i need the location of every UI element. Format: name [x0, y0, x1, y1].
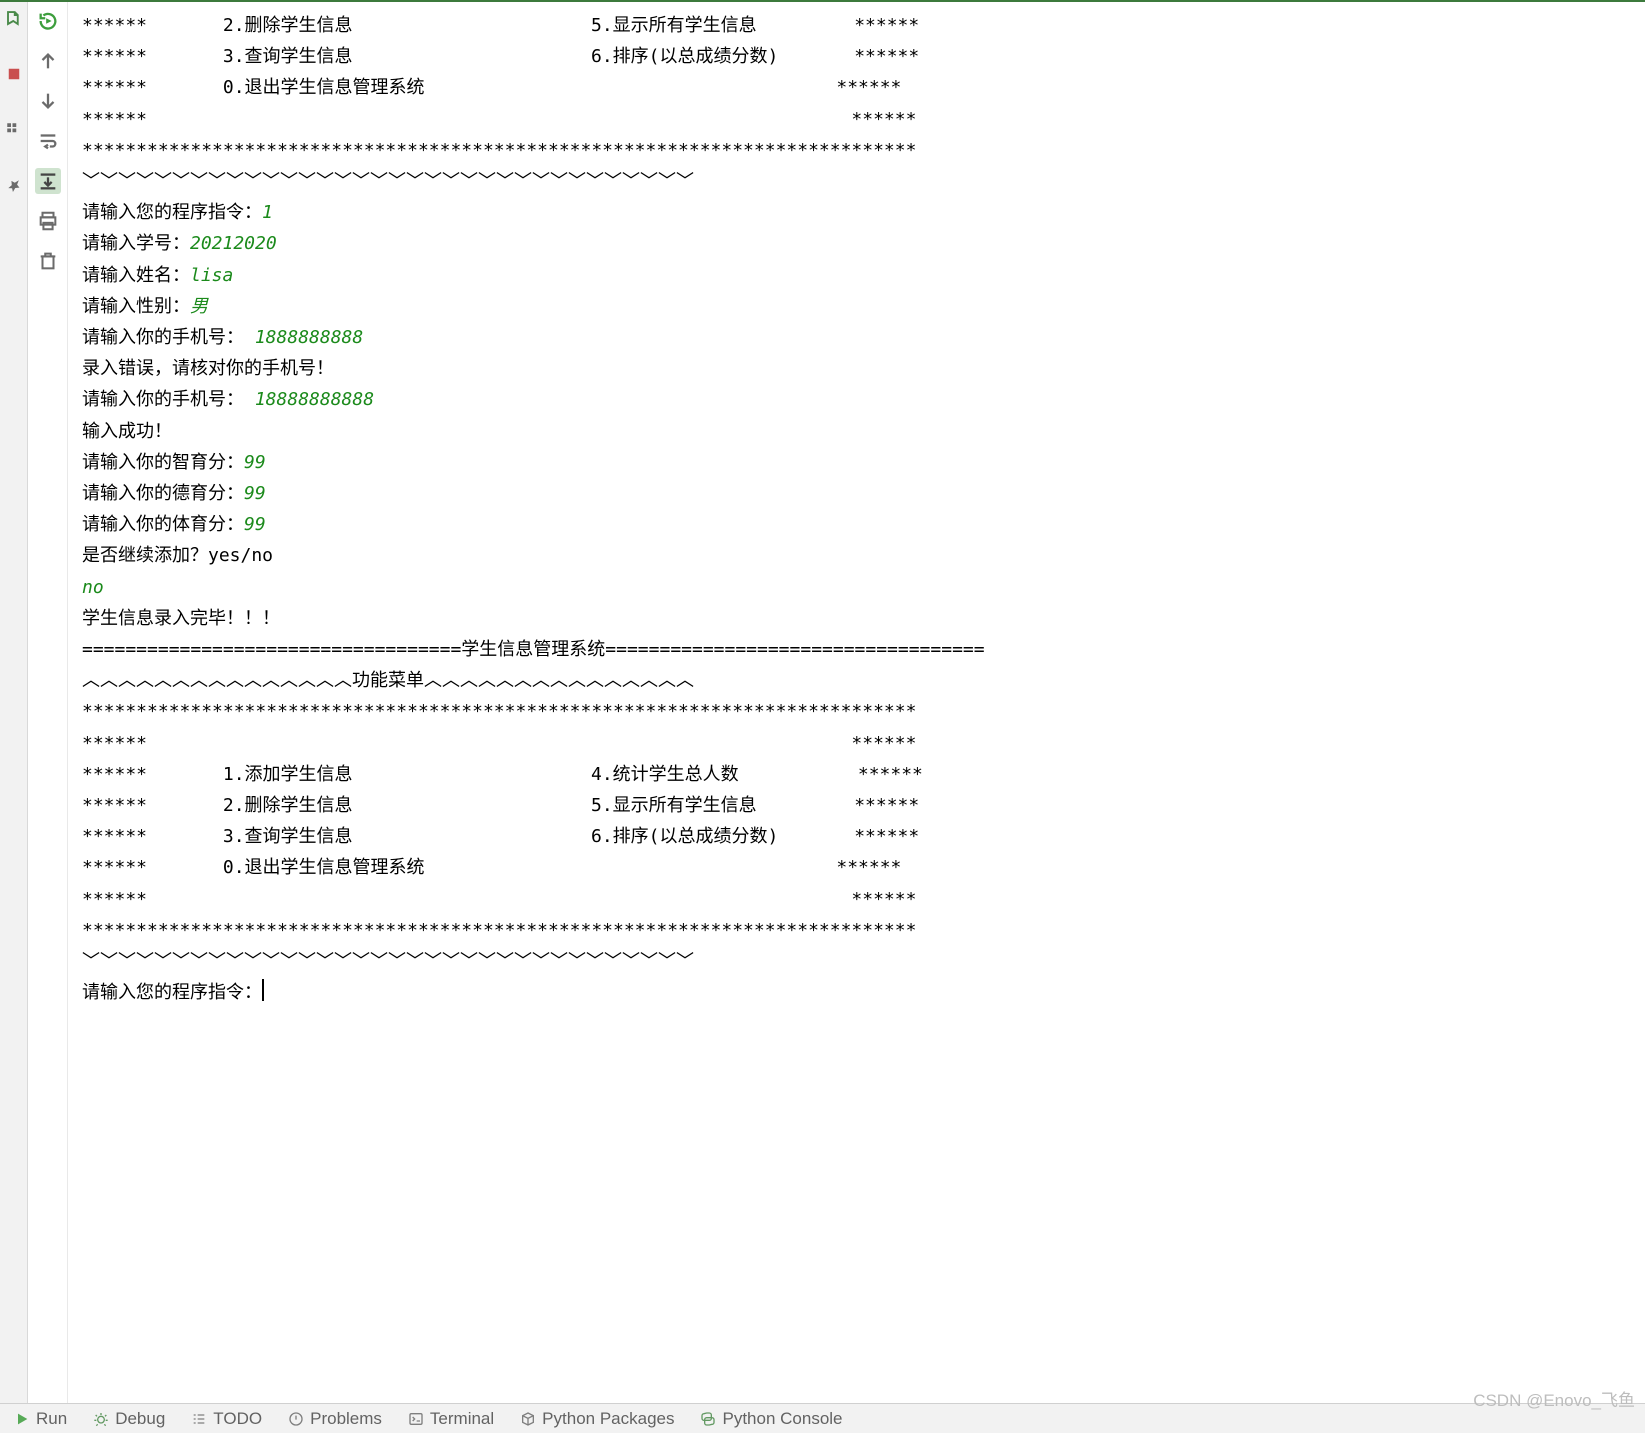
menu-row: ****** ****** — [82, 109, 916, 130]
menu-stars: ****************************************… — [82, 140, 916, 161]
left-toolbar — [0, 2, 28, 1433]
run-toolbar — [28, 2, 68, 1433]
user-input: 20212020 — [190, 233, 277, 254]
print-icon[interactable] — [35, 208, 61, 234]
user-input: 99 — [244, 514, 266, 535]
prompt: 请输入姓名： — [82, 265, 190, 286]
scroll-to-end-icon[interactable] — [35, 168, 61, 194]
bottom-tool-window-bar: Run Debug TODO Problems Terminal Python … — [0, 1403, 1645, 1433]
prompt: 请输入性别： — [82, 296, 190, 317]
tab-label: TODO — [213, 1409, 262, 1429]
tab-label: Python Packages — [542, 1409, 674, 1429]
error-text: 录入错误，请核对你的手机号！ — [82, 358, 334, 379]
prompt: 请输入你的智育分： — [82, 452, 244, 473]
menu-stars: ****************************************… — [82, 701, 916, 722]
prompt: 请输入您的程序指令： — [82, 202, 262, 223]
user-input: 99 — [244, 483, 266, 504]
arrow-up-icon[interactable] — [35, 48, 61, 74]
prompt: 请输入你的德育分： — [82, 483, 244, 504]
watermark-text: CSDN @Enovo_飞鱼 — [1473, 1386, 1635, 1411]
stop-icon[interactable] — [4, 64, 24, 84]
title-bar: ===================================学生信息管… — [82, 639, 985, 660]
prompt: 请输入您的程序指令： — [82, 982, 262, 1003]
tab-python-console[interactable]: Python Console — [700, 1409, 842, 1429]
menu-waves: ﹀﹀﹀﹀﹀﹀﹀﹀﹀﹀﹀﹀﹀﹀﹀﹀﹀﹀﹀﹀﹀﹀﹀﹀﹀﹀﹀﹀﹀﹀﹀﹀﹀﹀ — [82, 951, 694, 972]
tab-problems[interactable]: Problems — [288, 1409, 382, 1429]
menu-row: ****** 0.退出学生信息管理系统 ****** — [82, 77, 901, 98]
menu-row: ****** 2.删除学生信息 5.显示所有学生信息 ****** — [82, 795, 919, 816]
tab-label: Problems — [310, 1409, 382, 1429]
prompt: 请输入你的手机号： — [82, 327, 255, 348]
user-input: 99 — [244, 452, 266, 473]
menu-row: ****** ****** — [82, 733, 916, 754]
arrow-down-icon[interactable] — [35, 88, 61, 114]
user-input: 1888888888 — [255, 327, 363, 348]
user-input: 1 — [262, 202, 273, 223]
user-input: 18888888888 — [255, 389, 374, 410]
tab-terminal[interactable]: Terminal — [408, 1409, 494, 1429]
prompt: 是否继续添加？yes/no — [82, 545, 273, 566]
prompt: 请输入你的体育分： — [82, 514, 244, 535]
tab-python-packages[interactable]: Python Packages — [520, 1409, 674, 1429]
tab-label: Debug — [115, 1409, 165, 1429]
soft-wrap-icon[interactable] — [35, 128, 61, 154]
done-text: 学生信息录入完毕！！！ — [82, 608, 280, 629]
menu-row: ****** 1.添加学生信息 4.统计学生总人数 ****** — [82, 764, 923, 785]
menu-row: ****** 3.查询学生信息 6.排序(以总成绩分数) ****** — [82, 46, 919, 67]
trash-icon[interactable] — [35, 248, 61, 274]
tab-todo[interactable]: TODO — [191, 1409, 262, 1429]
structure-icon[interactable] — [4, 120, 24, 140]
user-input: no — [82, 577, 104, 598]
tab-run[interactable]: Run — [14, 1409, 67, 1429]
rerun-icon[interactable] — [35, 8, 61, 34]
tab-debug[interactable]: Debug — [93, 1409, 165, 1429]
pin-icon[interactable] — [0, 172, 28, 200]
tab-label: Python Console — [722, 1409, 842, 1429]
menu-waves: ﹀﹀﹀﹀﹀﹀﹀﹀﹀﹀﹀﹀﹀﹀﹀﹀﹀﹀﹀﹀﹀﹀﹀﹀﹀﹀﹀﹀﹀﹀﹀﹀﹀﹀ — [82, 171, 694, 192]
success-text: 输入成功！ — [82, 421, 172, 442]
bookmark-icon[interactable] — [4, 8, 24, 28]
menu-row: ****** 3.查询学生信息 6.排序(以总成绩分数) ****** — [82, 826, 919, 847]
menu-row: ****** ****** — [82, 889, 916, 910]
prompt: 请输入你的手机号： — [82, 389, 255, 410]
tab-label: Run — [36, 1409, 67, 1429]
input-cursor[interactable] — [262, 979, 264, 1001]
menu-stars: ****************************************… — [82, 920, 916, 941]
prompt: 请输入学号： — [82, 233, 190, 254]
tab-label: Terminal — [430, 1409, 494, 1429]
menu-bar: ︿︿︿︿︿︿︿︿︿︿︿︿︿︿︿功能菜单︿︿︿︿︿︿︿︿︿︿︿︿︿︿︿ — [82, 670, 694, 691]
console-output[interactable]: ****** 2.删除学生信息 5.显示所有学生信息 ****** ******… — [68, 2, 1645, 1433]
menu-row: ****** 2.删除学生信息 5.显示所有学生信息 ****** — [82, 15, 919, 36]
menu-row: ****** 0.退出学生信息管理系统 ****** — [82, 857, 901, 878]
user-input: 男 — [190, 296, 208, 317]
user-input: lisa — [190, 265, 233, 286]
